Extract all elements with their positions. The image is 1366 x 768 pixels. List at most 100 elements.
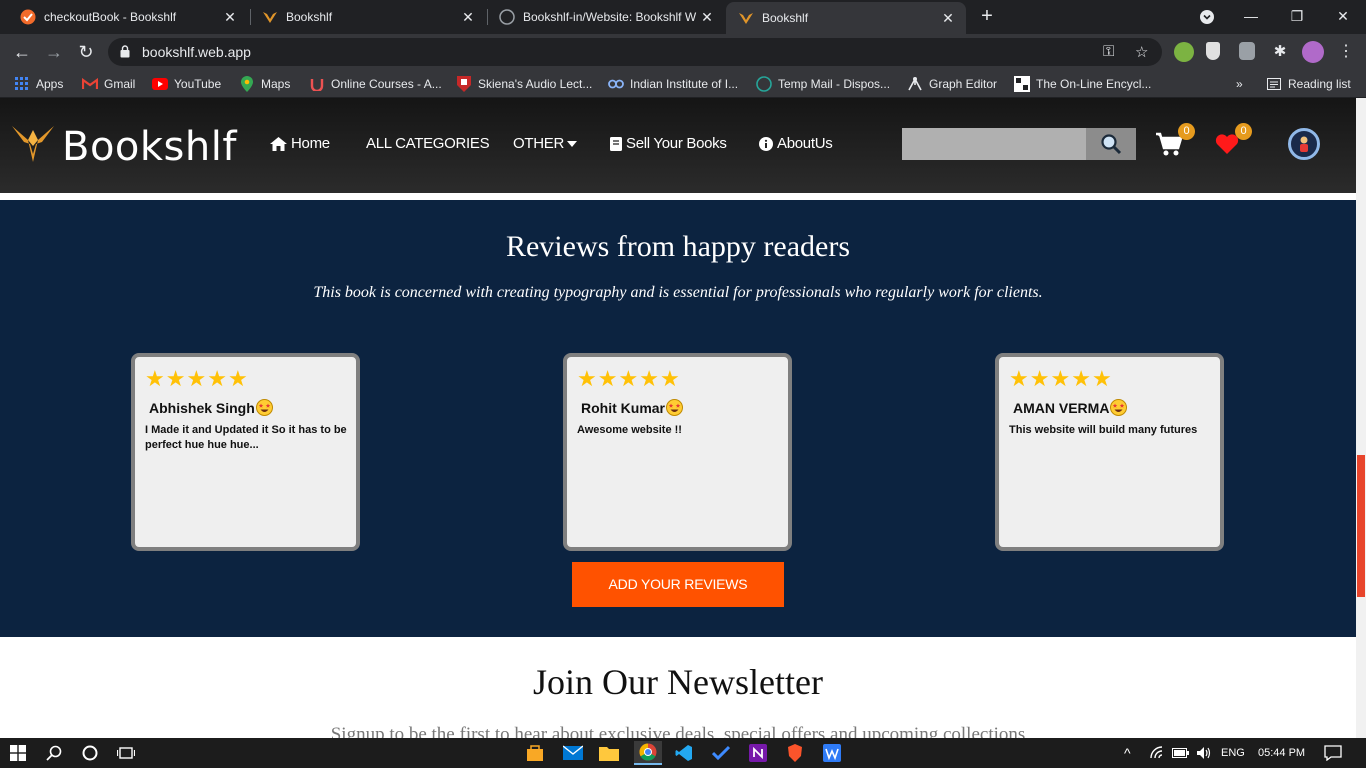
scrollbar-thumb[interactable] xyxy=(1357,455,1365,597)
clock[interactable]: 05:44 PM xyxy=(1258,738,1305,768)
key-icon[interactable]: ⚿ xyxy=(1103,43,1114,60)
wishlist-button[interactable] xyxy=(1215,134,1239,159)
address-bar[interactable]: bookshlf.web.app ⚿ ☆ xyxy=(108,38,1162,66)
search-input[interactable] xyxy=(902,128,1086,160)
site-logo[interactable]: Bookshlf xyxy=(10,122,237,171)
tab-search-icon[interactable] xyxy=(1184,0,1230,34)
close-tab-icon[interactable]: ✕ xyxy=(220,9,240,26)
windows-taskbar: ^ ENG 05:44 PM xyxy=(0,738,1366,768)
logo-text: Bookshlf xyxy=(62,123,237,170)
close-tab-icon[interactable]: ✕ xyxy=(458,9,478,26)
site-search xyxy=(902,128,1136,160)
book-icon xyxy=(610,136,622,151)
bookmark-gmail[interactable]: Gmail xyxy=(82,76,135,92)
extension-cup-icon[interactable] xyxy=(1206,42,1220,60)
brave-app-icon[interactable] xyxy=(783,741,807,765)
windows-start-icon[interactable] xyxy=(0,738,36,768)
browser-tab-bookshlf-active[interactable]: Bookshlf ✕ xyxy=(726,2,966,34)
reviewer-name: Abhishek Singh xyxy=(149,399,273,416)
close-tab-icon[interactable]: ✕ xyxy=(938,10,958,27)
search-icon[interactable] xyxy=(36,738,72,768)
bookmarks-overflow-chevron[interactable]: » xyxy=(1236,76,1243,92)
chrome-app-icon[interactable] xyxy=(634,741,662,765)
onenote-app-icon[interactable] xyxy=(746,741,770,765)
notifications-icon[interactable] xyxy=(1324,738,1342,768)
nav-about-label: AboutUs xyxy=(777,135,833,152)
browser-menu-icon[interactable]: ⋮ xyxy=(1336,42,1356,62)
new-tab-plus-icon[interactable]: + xyxy=(976,5,998,27)
star-icon: ★ xyxy=(618,366,639,391)
extensions-puzzle-icon[interactable]: ✱ xyxy=(1270,42,1290,62)
page-scrollbar[interactable] xyxy=(1356,98,1366,738)
search-button[interactable] xyxy=(1086,128,1136,160)
restore-window-icon[interactable]: ❐ xyxy=(1274,0,1320,34)
bookmark-temp-mail[interactable]: Temp Mail - Dispos... xyxy=(756,76,890,92)
browser-tab-checkout[interactable]: checkoutBook - Bookshlf ✕ xyxy=(8,0,248,34)
bookmark-oeis[interactable]: The On-Line Encycl... xyxy=(1014,76,1151,92)
cart-button[interactable] xyxy=(1156,132,1183,161)
bookmark-skiena[interactable]: Skiena's Audio Lect... xyxy=(456,76,592,92)
reload-icon[interactable]: ↻ xyxy=(74,40,98,64)
extension-shield-icon[interactable] xyxy=(1239,42,1255,60)
bookmark-label: The On-Line Encycl... xyxy=(1036,77,1152,91)
wishlist-count-badge: 0 xyxy=(1235,123,1252,140)
store-app-icon[interactable] xyxy=(523,741,547,765)
cortana-icon[interactable] xyxy=(72,738,108,768)
overflow-label: » xyxy=(1236,77,1243,91)
nav-about-us[interactable]: AboutUs xyxy=(759,135,833,152)
nav-other-dropdown[interactable]: OTHER xyxy=(513,135,578,152)
browser-tab-bookshlf[interactable]: Bookshlf ✕ xyxy=(250,0,486,34)
battery-icon[interactable] xyxy=(1172,738,1190,768)
mail-app-icon[interactable] xyxy=(561,741,585,765)
review-card: ★ ★ ★ ★ ★ AMAN VERMA This website will build… xyxy=(995,353,1224,551)
star-rating: ★ ★ ★ ★ ★ xyxy=(145,367,249,391)
magnifier-icon xyxy=(1101,134,1122,155)
tray-chevron-up-icon[interactable]: ^ xyxy=(1124,738,1131,768)
temp-mail-icon xyxy=(756,76,772,92)
back-arrow-icon[interactable]: ← xyxy=(10,40,34,64)
review-card: ★ ★ ★ ★ ★ Abhishek Singh I Made it and Updat… xyxy=(131,353,360,551)
language-indicator[interactable]: ENG xyxy=(1221,738,1245,768)
review-text: I Made it and Updated it So it has to be… xyxy=(145,424,347,451)
shield-logo-icon xyxy=(456,76,472,92)
profile-avatar-icon[interactable] xyxy=(1302,41,1324,63)
close-window-icon[interactable]: ✕ xyxy=(1320,0,1366,34)
reviewer-name-text: Rohit Kumar xyxy=(581,399,665,416)
review-card: ★ ★ ★ ★ ★ Rohit Kumar Awesome website !! xyxy=(563,353,792,551)
browser-tab-github[interactable]: Bookshlf-in/Website: Bookshlf W ✕ xyxy=(487,0,725,34)
bookmark-maps[interactable]: Maps xyxy=(239,76,290,92)
oeis-logo-icon xyxy=(1014,76,1030,92)
link-infinity-icon xyxy=(608,76,624,92)
reading-list-button[interactable]: Reading list xyxy=(1266,76,1351,92)
bookmark-label: Graph Editor xyxy=(929,77,998,91)
file-explorer-icon[interactable] xyxy=(597,741,621,765)
bookmark-graph-editor[interactable]: Graph Editor xyxy=(907,76,997,92)
todo-app-icon[interactable] xyxy=(709,741,733,765)
nav-categories-label: ALL CATEGORIES xyxy=(366,135,490,152)
reading-list-label: Reading list xyxy=(1288,77,1351,91)
writer-app-icon[interactable] xyxy=(820,741,844,765)
nav-all-categories[interactable]: ALL CATEGORIES xyxy=(366,135,490,152)
extension-green-plus-icon[interactable] xyxy=(1174,42,1194,62)
forward-arrow-icon[interactable]: → xyxy=(42,40,66,64)
bookmark-star-icon[interactable]: ☆ xyxy=(1135,43,1148,61)
bookmark-label: Gmail xyxy=(104,77,136,91)
user-avatar[interactable] xyxy=(1288,128,1320,160)
bookmark-label: Temp Mail - Dispos... xyxy=(778,77,891,91)
wifi-icon[interactable] xyxy=(1150,738,1166,768)
udemy-icon xyxy=(309,76,325,92)
volume-icon[interactable] xyxy=(1196,738,1212,768)
bookmark-online-courses[interactable]: Online Courses - A... xyxy=(309,76,442,92)
nav-sell-books[interactable]: Sell Your Books xyxy=(610,135,727,152)
add-review-button[interactable]: ADD YOUR REVIEWS xyxy=(572,562,784,607)
star-struck-emoji-icon xyxy=(666,399,683,416)
bookmark-apps[interactable]: Apps xyxy=(14,76,63,92)
nav-home[interactable]: Home xyxy=(270,135,330,152)
minimize-window-icon[interactable]: — xyxy=(1228,0,1274,34)
vscode-app-icon[interactable] xyxy=(672,741,696,765)
task-view-icon[interactable] xyxy=(108,738,144,768)
close-tab-icon[interactable]: ✕ xyxy=(697,9,717,26)
site-navbar: Bookshlf Home ALL CATEGORIES OTHER Sell … xyxy=(0,98,1356,193)
bookmark-youtube[interactable]: YouTube xyxy=(152,76,221,92)
bookmark-iiit[interactable]: Indian Institute of I... xyxy=(608,76,738,92)
